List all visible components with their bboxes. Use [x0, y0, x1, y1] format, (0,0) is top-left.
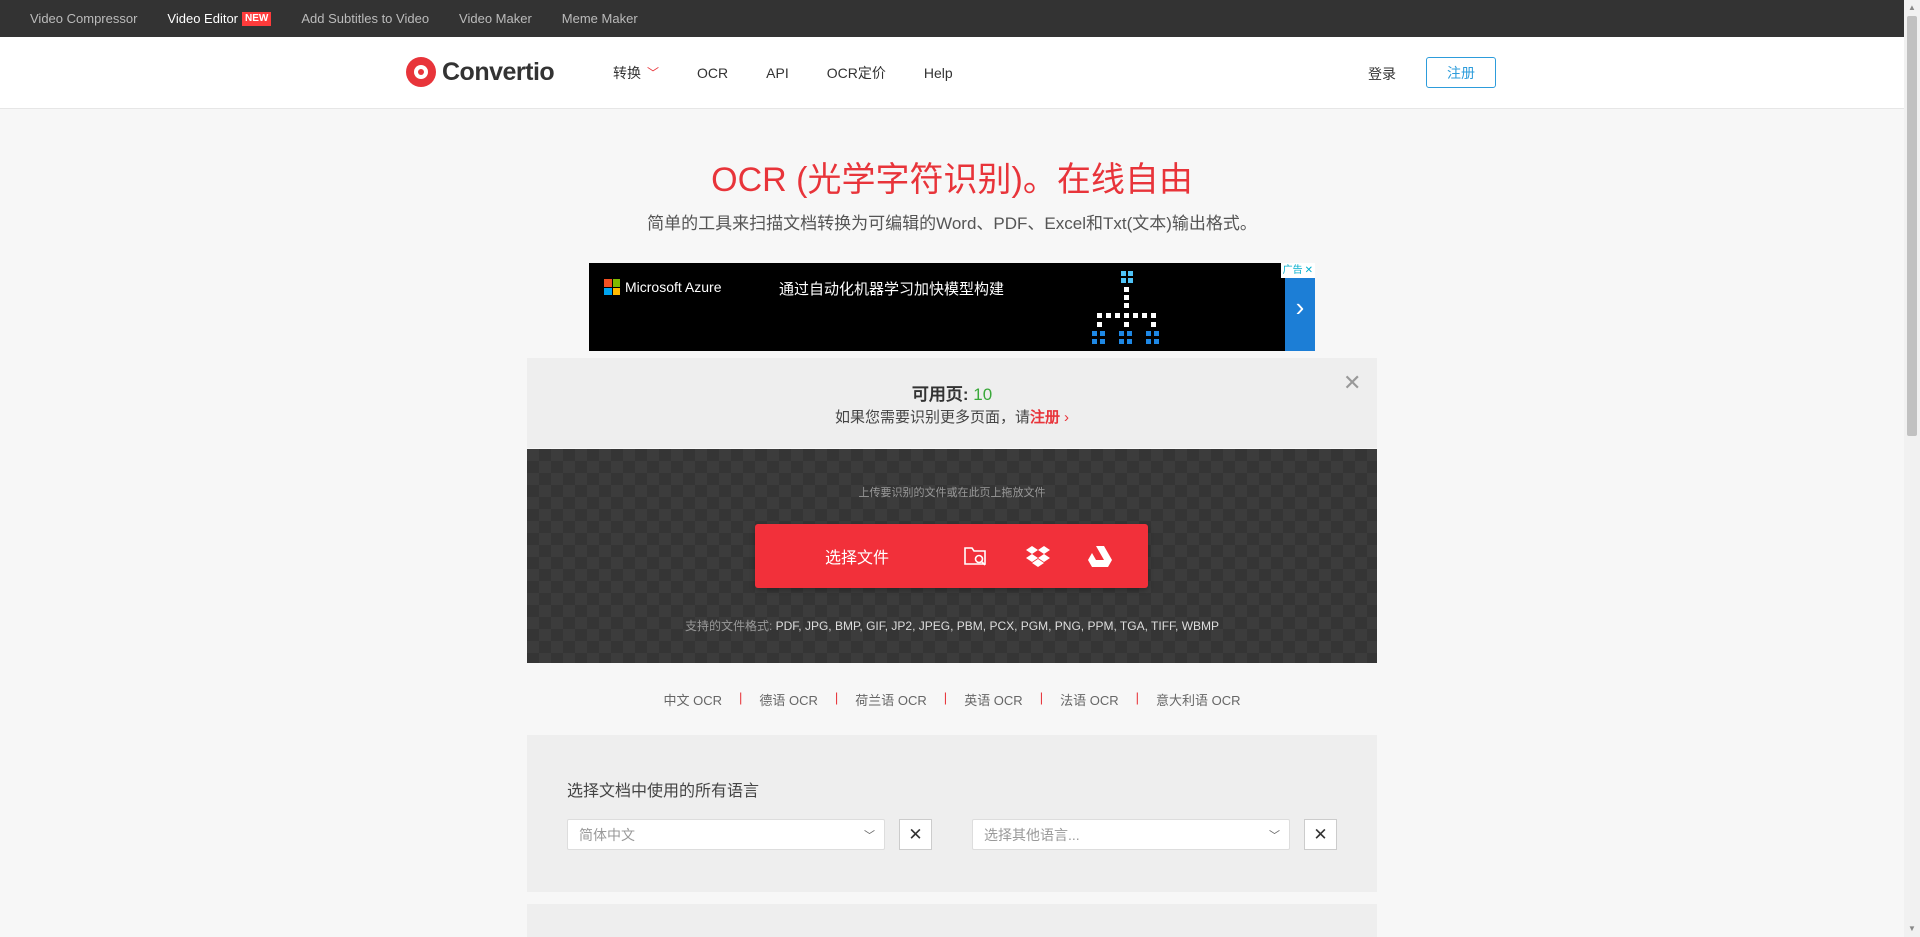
nav-convert[interactable]: 转换 ﹀: [613, 63, 659, 83]
available-pages-label: 可用页:: [911, 385, 969, 404]
choose-files-label: 选择文件: [825, 550, 890, 567]
scroll-up-icon[interactable]: ▲: [1904, 0, 1920, 16]
ad-pixel-graphic-icon: [1092, 271, 1159, 344]
ocr-link-chinese[interactable]: 中文 OCR: [663, 690, 722, 709]
chevron-down-icon: ﹀: [1269, 830, 1280, 842]
scroll-down-icon[interactable]: ▼: [1904, 921, 1920, 937]
top-link-video-maker[interactable]: Video Maker: [459, 11, 532, 26]
secondary-language-placeholder: 选择其他语言...: [984, 826, 1080, 843]
ad-brand: Microsoft Azure: [625, 279, 722, 295]
logo-text: Convertio: [442, 57, 555, 86]
close-icon: ✕: [908, 824, 923, 844]
login-link[interactable]: 登录: [1368, 64, 1396, 84]
next-panel: [527, 904, 1377, 937]
chevron-down-icon: ﹀: [647, 66, 660, 80]
dropbox-button[interactable]: [1007, 524, 1069, 588]
available-pages-count: 10: [973, 385, 993, 404]
page-subtitle: 简单的工具来扫描文档转换为可编辑的Word、PDF、Excel和Txt(文本)输…: [647, 214, 1257, 233]
primary-language-value: 简体中文: [579, 826, 635, 843]
separator: |: [1039, 690, 1044, 705]
google-drive-button[interactable]: [1069, 524, 1131, 588]
ocr-link-french[interactable]: 法语 OCR: [1060, 690, 1119, 709]
available-pages-panel: 可用页: 10 如果您需要识别更多页面，请注册 › ✕: [527, 358, 1377, 448]
available-pages: 可用页: 10: [527, 380, 1377, 405]
secondary-language-select[interactable]: 选择其他语言... ﹀: [972, 819, 1290, 850]
register-link[interactable]: 注册: [1030, 409, 1060, 426]
language-selector-panel: 选择文档中使用的所有语言 简体中文 ﹀ ✕ 选择其他语言... ﹀ ✕: [527, 735, 1377, 892]
top-link-add-subtitles[interactable]: Add Subtitles to Video: [301, 11, 429, 26]
microsoft-grid-icon: [604, 279, 620, 295]
microsoft-logo: Microsoft Azure: [604, 279, 721, 295]
from-computer-button[interactable]: [945, 524, 1007, 588]
page-title: OCR (光学字符识别)。在线自由: [711, 161, 1193, 199]
ad-label: 广告: [1282, 265, 1303, 276]
new-badge: NEW: [242, 11, 272, 26]
ocr-link-dutch[interactable]: 荷兰语 OCR: [855, 690, 927, 709]
signup-button[interactable]: 注册: [1426, 57, 1496, 88]
supported-formats: 支持的文件格式: PDF, JPG, BMP, GIF, JP2, JPEG, …: [527, 617, 1377, 634]
google-drive-icon: [1088, 545, 1112, 567]
ad-banner[interactable]: Microsoft Azure 通过自动化机器学习加快模型构建 › 广告 ✕: [589, 263, 1315, 351]
separator: |: [943, 690, 948, 705]
top-product-bar: Video Compressor Video Editor NEW Add Sub…: [0, 0, 1904, 37]
main-nav: 转换 ﹀ OCR API OCR定价 Help: [613, 37, 991, 108]
clear-secondary-language-button[interactable]: ✕: [1304, 819, 1337, 850]
top-link-meme-maker[interactable]: Meme Maker: [562, 11, 638, 26]
formats-list: PDF, JPG, BMP, GIF, JP2, JPEG, PBM, PCX,…: [775, 619, 1220, 633]
separator: |: [738, 690, 743, 705]
register-prompt: 如果您需要识别更多页面，请注册 ›: [527, 406, 1377, 427]
close-icon[interactable]: ✕: [1343, 370, 1361, 396]
file-dropzone[interactable]: 上传要识别的文件或在此页上拖放文件 选择文件 支持的文件格式: PDF, JPG…: [527, 449, 1377, 663]
nav-ocr-pricing[interactable]: OCR定价: [827, 63, 886, 83]
drop-hint: 上传要识别的文件或在此页上拖放文件: [858, 487, 1046, 499]
nav-help[interactable]: Help: [924, 65, 953, 81]
close-icon: ✕: [1313, 824, 1328, 844]
nav-ocr[interactable]: OCR: [697, 65, 728, 81]
top-link-video-compressor[interactable]: Video Compressor: [30, 11, 137, 26]
separator: |: [1135, 690, 1139, 705]
site-logo[interactable]: Convertio: [406, 57, 555, 87]
dropbox-icon: [1026, 546, 1050, 567]
scrollbar-thumb[interactable]: [1907, 16, 1917, 436]
ocr-link-german[interactable]: 德语 OCR: [759, 690, 818, 709]
ad-close-icon: ✕: [1304, 265, 1313, 276]
ad-choices[interactable]: 广告 ✕: [1280, 263, 1315, 278]
choose-files-button[interactable]: 选择文件: [755, 524, 1148, 588]
site-header: Convertio 转换 ﹀ OCR API OCR定价 Help 登录 注册: [0, 37, 1904, 109]
convertio-logo-icon: [406, 57, 436, 87]
register-prompt-text: 如果您需要识别更多页面，请: [834, 409, 1030, 426]
clear-primary-language-button[interactable]: ✕: [899, 819, 932, 850]
page-scrollbar[interactable]: ▲ ▼: [1904, 0, 1920, 937]
folder-search-icon: [964, 547, 986, 566]
separator: |: [834, 690, 839, 705]
nav-convert-label: 转换: [613, 64, 641, 81]
ocr-language-links: 中文 OCR | 德语 OCR | 荷兰语 OCR | 英语 OCR | 法语 OCR |…: [0, 690, 1904, 709]
top-link-video-editor-label: Video Editor: [167, 11, 239, 26]
nav-api[interactable]: API: [766, 65, 789, 81]
ocr-link-italian[interactable]: 意大利语 OCR: [1156, 690, 1241, 709]
chevron-right-icon: ›: [1064, 409, 1070, 426]
ocr-link-english[interactable]: 英语 OCR: [964, 690, 1023, 709]
ad-text: 通过自动化机器学习加快模型构建: [779, 281, 1005, 298]
top-link-video-editor[interactable]: Video Editor NEW: [167, 11, 272, 26]
chevron-down-icon: ﹀: [864, 830, 875, 842]
language-selector-title: 选择文档中使用的所有语言: [567, 783, 760, 800]
primary-language-select[interactable]: 简体中文 ﹀: [567, 819, 885, 850]
formats-label: 支持的文件格式:: [684, 619, 773, 633]
